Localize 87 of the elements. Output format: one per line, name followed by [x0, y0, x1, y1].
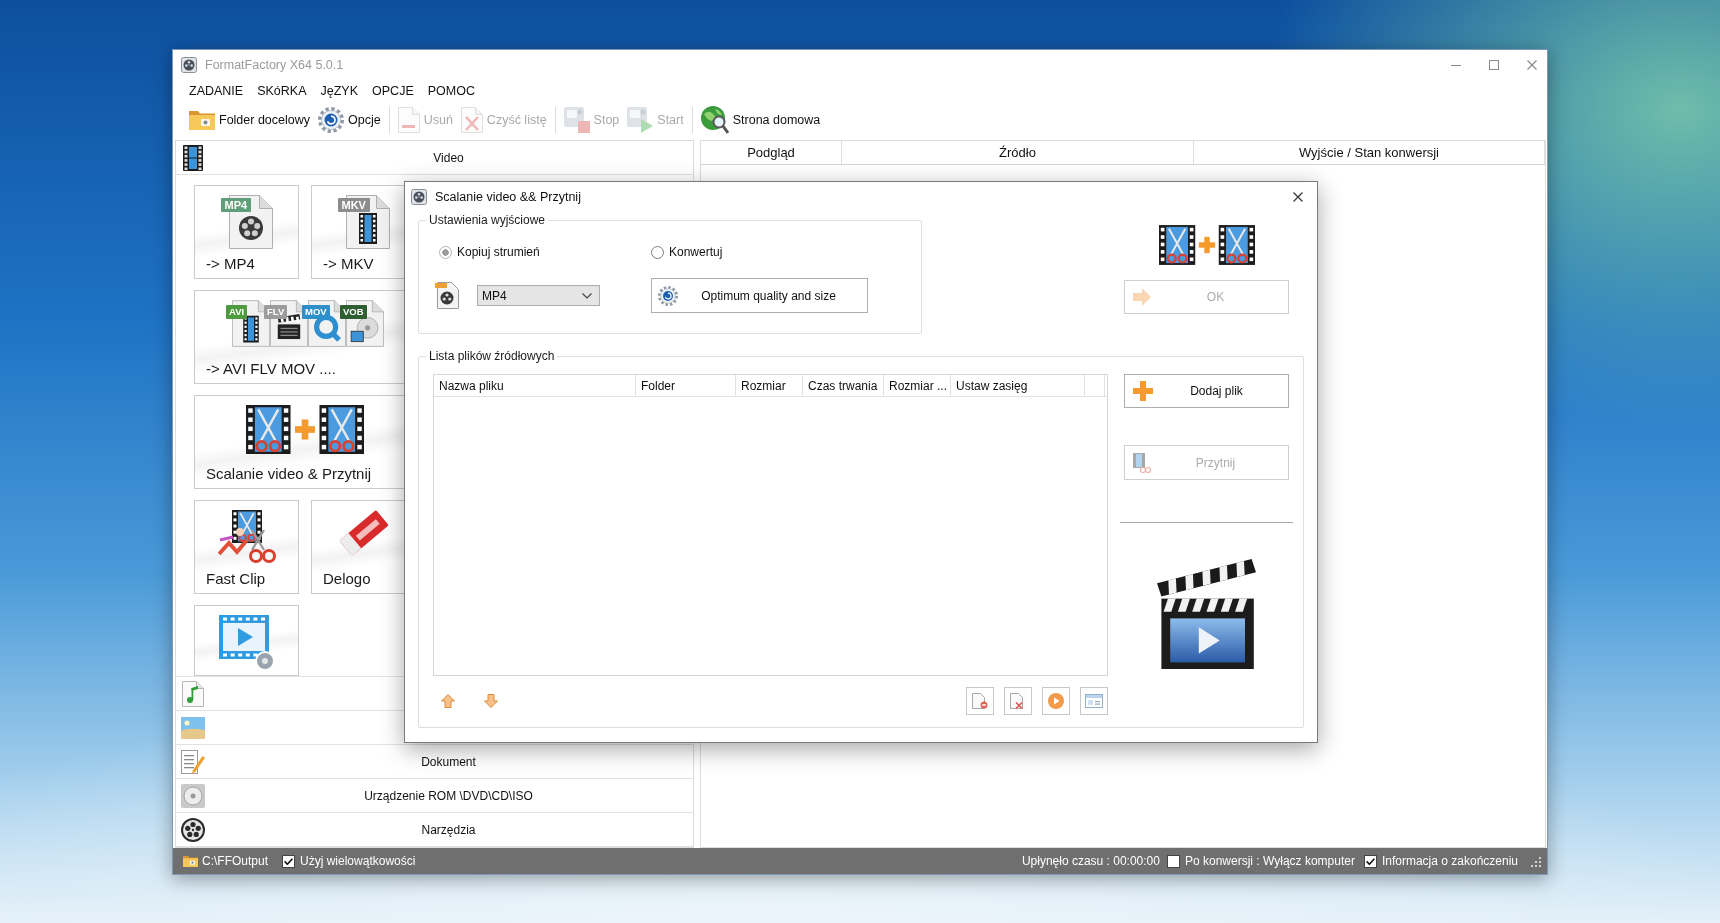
- video-file-icon: [435, 282, 459, 309]
- checkbox[interactable]: [282, 854, 296, 868]
- checkbox-label: Po konwersji : Wyłącz komputer: [1184, 854, 1355, 868]
- window-icon: [1085, 694, 1103, 708]
- arrow-right-icon: [1133, 288, 1151, 306]
- group-title: Lista plików źródłowych: [428, 349, 556, 363]
- close-icon: [1293, 192, 1303, 202]
- radio-button[interactable]: [651, 245, 664, 259]
- settings-icon: [318, 107, 344, 133]
- folder-icon: [183, 855, 198, 867]
- film-scissors-icon: [1133, 452, 1151, 473]
- format-tile[interactable]: [194, 605, 299, 676]
- format-tile[interactable]: MP4 -> MP4: [194, 185, 299, 279]
- checkbox[interactable]: [1363, 854, 1377, 868]
- checkbox-label: Informacja o zakończeniu: [1381, 854, 1518, 868]
- clapperboard-icon: [1157, 559, 1256, 669]
- toolbar-button[interactable]: Strona domowa: [696, 104, 825, 136]
- menu-item[interactable]: POMOC: [422, 82, 480, 100]
- film-merge-icon: [246, 405, 364, 454]
- preview-button[interactable]: [1042, 687, 1070, 715]
- document-x-icon: [460, 107, 483, 133]
- column-header[interactable]: Folder: [636, 375, 736, 396]
- column-header[interactable]: Rozmiar ...: [884, 375, 951, 396]
- film-reel-icon: [181, 817, 205, 842]
- document-pencil-icon: [181, 749, 205, 774]
- document-remove-icon: [972, 693, 988, 709]
- document-minus-icon: [397, 107, 420, 133]
- add-file-button[interactable]: Dodaj plik: [1124, 374, 1289, 408]
- format-badge: AVI: [226, 305, 248, 319]
- toolbar-button[interactable]: Opcje: [314, 104, 385, 136]
- document-x-icon: [1010, 693, 1026, 709]
- menu-item[interactable]: OPCJE: [367, 82, 419, 100]
- close-icon: [1527, 60, 1537, 70]
- remove-file-button[interactable]: [966, 687, 994, 715]
- arrow-up-icon: [441, 694, 455, 708]
- format-badge: MP4: [220, 198, 252, 212]
- music-note-icon: [182, 680, 204, 707]
- format-badge: VOB: [340, 305, 367, 319]
- column-header[interactable]: Czas trwania: [803, 375, 884, 396]
- radio-label: Konwertuj: [669, 245, 723, 259]
- properties-button[interactable]: [1080, 687, 1108, 715]
- group-title: Ustawienia wyjściowe: [428, 213, 547, 227]
- format-badge: MKV: [337, 198, 370, 212]
- menu-item[interactable]: SKóRKA: [252, 82, 312, 100]
- maximize-icon: [1489, 60, 1499, 70]
- plus-icon: [1133, 381, 1153, 401]
- folder-icon: [189, 110, 215, 130]
- play-icon: [1048, 693, 1064, 709]
- format-tile[interactable]: Fast Clip: [194, 500, 299, 594]
- film-scissors-icon: [217, 510, 276, 564]
- chevron-down-icon: [582, 292, 592, 299]
- dialog-title: Scalanie video && Przytnij: [435, 190, 581, 204]
- landscape-picture-icon: [181, 716, 205, 739]
- checkmark-icon: [284, 857, 294, 865]
- column-header[interactable]: Ustaw zasięg: [951, 375, 1085, 396]
- resize-grip-icon: [1530, 855, 1541, 867]
- checkbox[interactable]: [1166, 854, 1180, 868]
- elapsed-time: Upłynęło czasu : 00:00:00: [1021, 854, 1160, 868]
- quality-button[interactable]: Optimum quality and size: [651, 278, 868, 313]
- arrow-down-icon: [484, 694, 498, 708]
- window-title: FormatFactory X64 5.0.1: [205, 58, 344, 72]
- settings-icon: [658, 285, 678, 306]
- stop-icon: [563, 107, 590, 133]
- menu-item[interactable]: JęZYK: [315, 82, 364, 100]
- menu-item[interactable]: ZADANIE: [184, 82, 249, 100]
- film-reel-icon: [411, 189, 427, 205]
- globe-search-icon: [700, 106, 729, 134]
- disc-icon: [181, 783, 205, 808]
- format-badge: MOV: [302, 305, 330, 319]
- column-header[interactable]: Rozmiar: [736, 375, 803, 396]
- checkmark-icon: [1365, 857, 1375, 865]
- radio-label: Kopiuj strumień: [457, 245, 540, 259]
- checkbox-label: Użyj wielowątkowości: [300, 854, 416, 868]
- output-folder-path: C:\FFOutput: [202, 854, 269, 868]
- play-icon: [627, 107, 654, 133]
- film-reel-icon: [181, 57, 197, 73]
- radio-button[interactable]: [439, 245, 452, 259]
- video-player-icon: [218, 615, 275, 671]
- clear-list-button[interactable]: [1004, 687, 1032, 715]
- film-merge-icon: [1158, 225, 1255, 265]
- column-header[interactable]: Nazwa pliku: [434, 375, 636, 396]
- move-up-button[interactable]: [441, 694, 455, 708]
- move-down-button[interactable]: [484, 694, 498, 708]
- format-badge: FLV: [264, 305, 288, 319]
- toolbar-button[interactable]: Folder docelowy: [185, 104, 314, 136]
- film-strip-icon: [183, 144, 203, 171]
- minimize-icon: [1451, 64, 1461, 66]
